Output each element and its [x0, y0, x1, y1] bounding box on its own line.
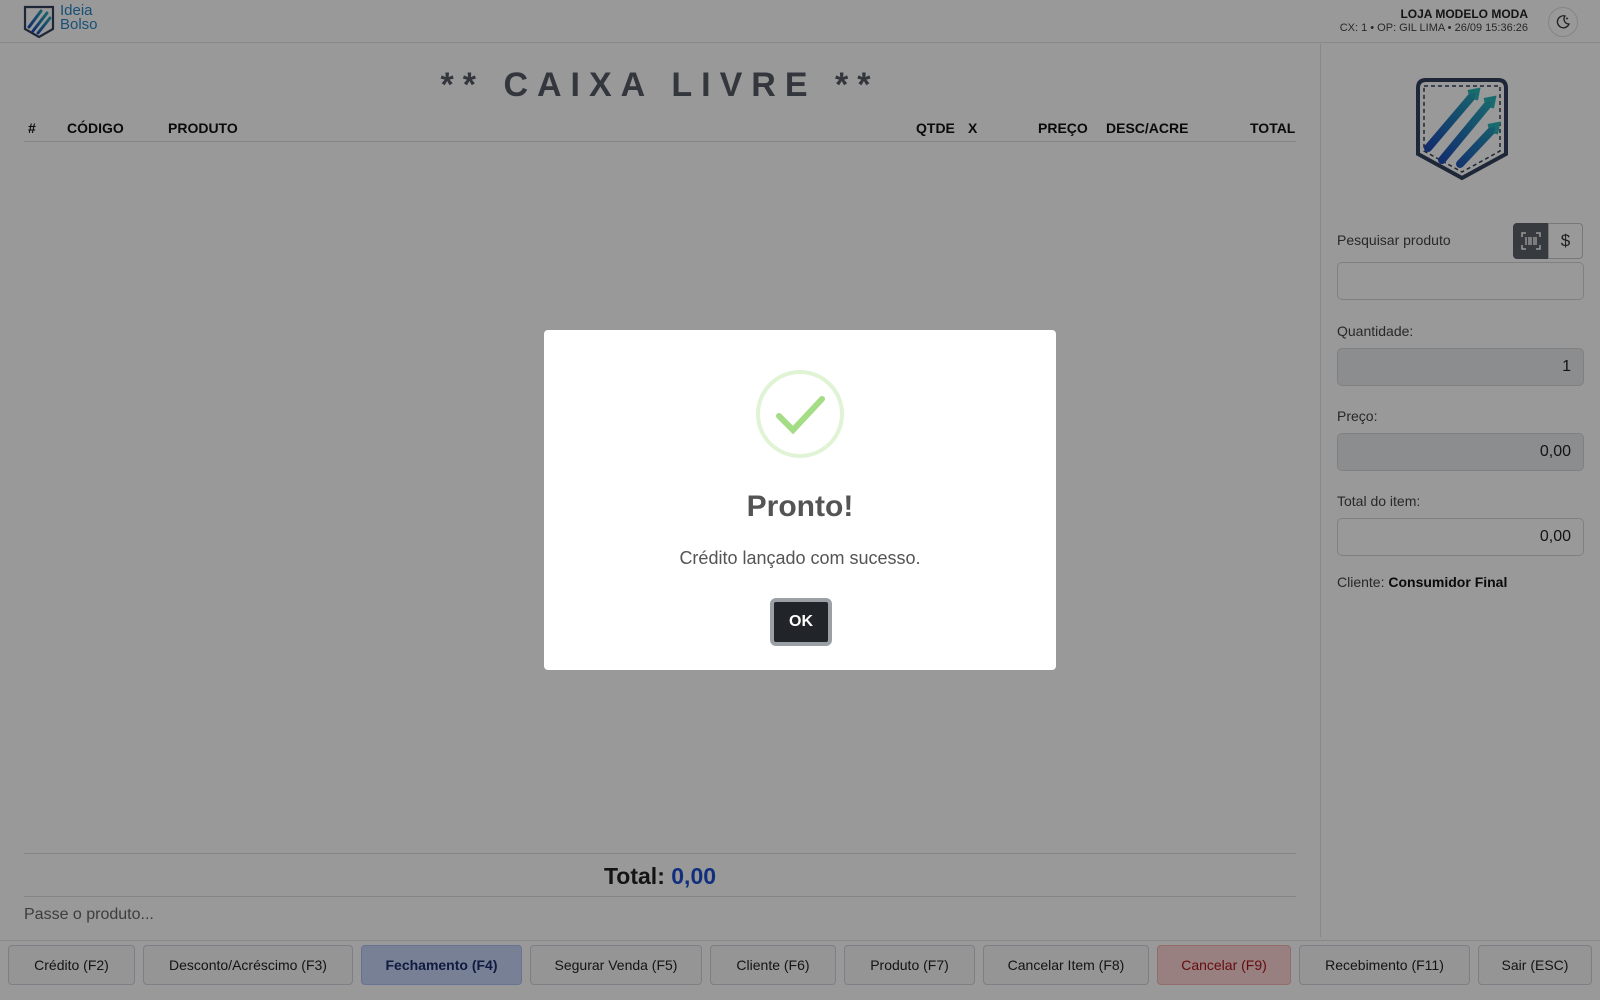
dialog-message: Crédito lançado com sucesso. — [679, 548, 921, 568]
dialog-title: Pronto! — [746, 490, 854, 523]
check-mark-icon — [776, 396, 825, 435]
success-check-icon — [756, 370, 844, 458]
ok-button[interactable]: OK — [770, 598, 832, 646]
success-dialog: Pronto! Crédito lançado com sucesso. OK — [544, 330, 1056, 670]
modal-backdrop[interactable]: Pronto! Crédito lançado com sucesso. OK — [0, 0, 1600, 1000]
